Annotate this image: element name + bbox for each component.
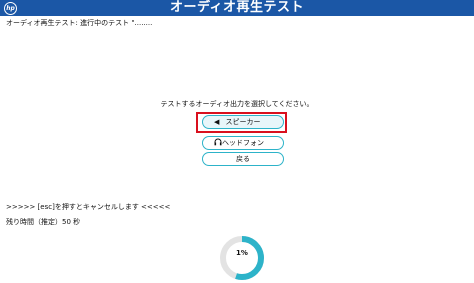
progress-ring <box>220 236 264 280</box>
selection-highlight <box>196 112 287 133</box>
page-title: オーディオ再生テスト <box>169 0 305 15</box>
headphones-button-label: ヘッドフォン <box>222 139 264 147</box>
select-output-prompt: テストするオーディオ出力を選択してください。 <box>160 100 314 108</box>
headphones-icon <box>214 137 222 149</box>
back-button[interactable]: 戻る <box>202 152 284 166</box>
remaining-time: 残り時間（推定）50 秒 <box>6 218 81 226</box>
test-status-text: オーディオ再生テスト: 進行中のテスト "........ <box>6 19 153 27</box>
progress-percent: 1% <box>236 249 248 257</box>
esc-cancel-hint: >>>>> [esc]を押すとキャンセルします <<<<< <box>6 203 171 211</box>
headphones-button[interactable]: ヘッドフォン <box>202 136 284 150</box>
title-bar: hp オーディオ再生テスト <box>0 0 474 16</box>
back-button-label: 戻る <box>236 155 250 163</box>
